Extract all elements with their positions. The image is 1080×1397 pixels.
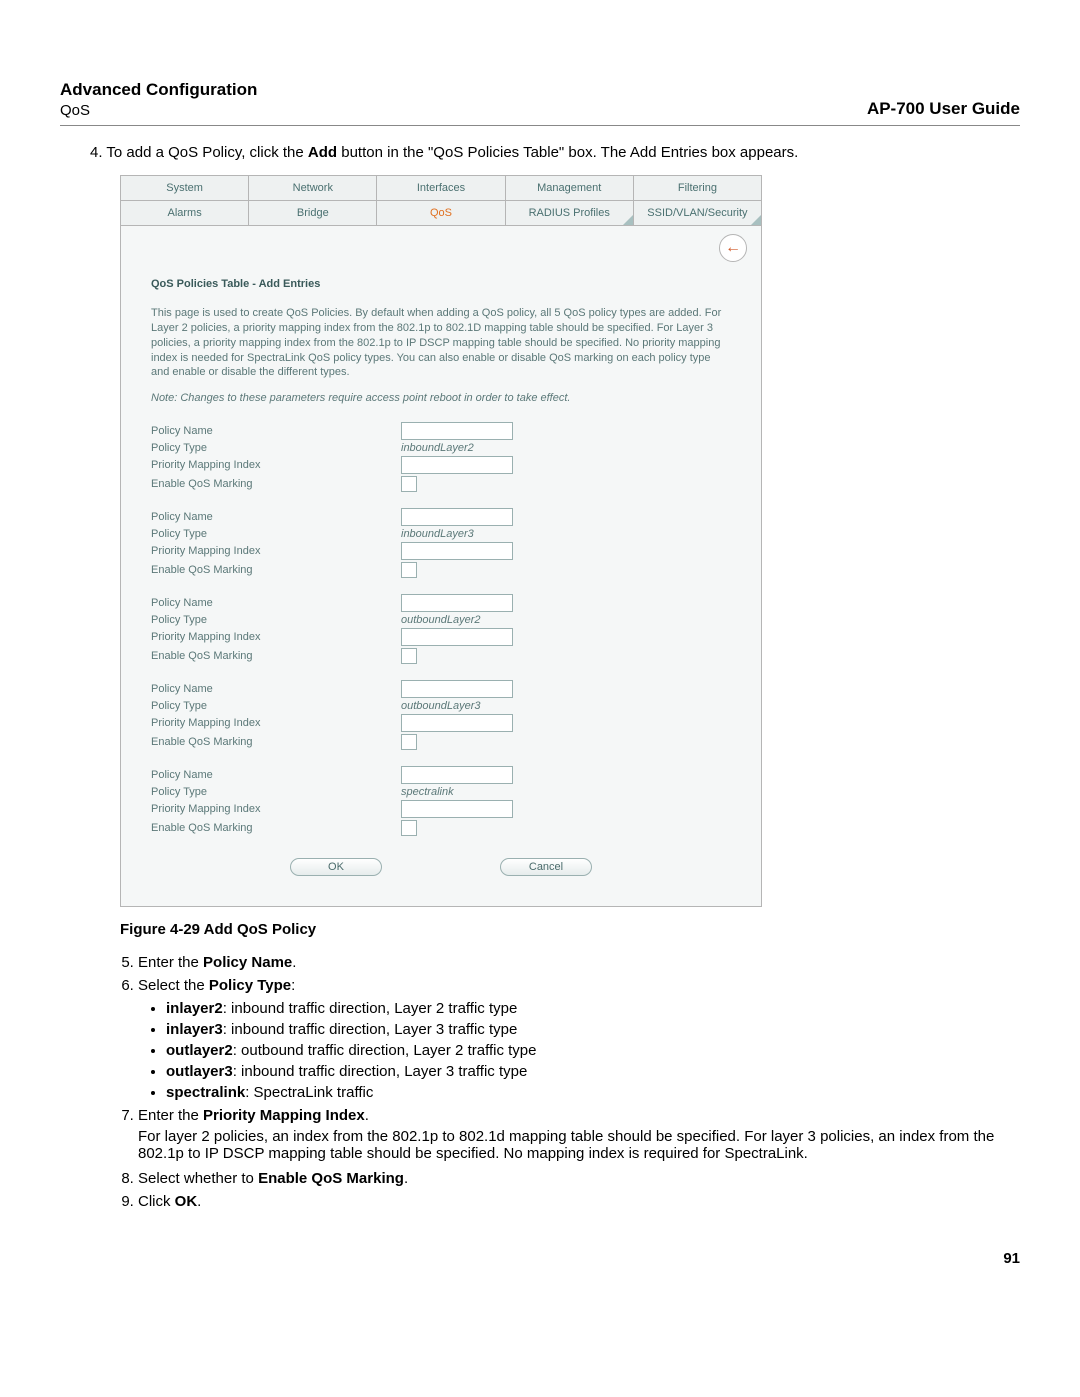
tab-alarms[interactable]: Alarms: [121, 201, 249, 225]
figure-caption: Figure 4-29 Add QoS Policy: [120, 921, 1020, 938]
step-7: Enter the Priority Mapping Index. For la…: [138, 1107, 1020, 1162]
policy-group-2: Policy Name Policy TypeinboundLayer3 Pri…: [151, 508, 731, 578]
tab-radius-profiles[interactable]: RADIUS Profiles: [506, 201, 634, 225]
back-arrow-icon[interactable]: ←: [719, 234, 747, 262]
tab-row-2: Alarms Bridge QoS RADIUS Profiles SSID/V…: [121, 201, 761, 226]
input-pm-index-1[interactable]: [401, 456, 513, 474]
header-left-title: Advanced Configuration: [60, 80, 257, 100]
input-policy-name-5[interactable]: [401, 766, 513, 784]
input-pm-index-4[interactable]: [401, 714, 513, 732]
bullet-inlayer3: inlayer3: inbound traffic direction, Lay…: [166, 1021, 1020, 1038]
step-4-line: 4. To add a QoS Policy, click the Add bu…: [90, 144, 1020, 161]
value-policy-type-3: outboundLayer2: [401, 614, 481, 626]
policy-group-4: Policy Name Policy TypeoutboundLayer3 Pr…: [151, 680, 731, 750]
tab-management[interactable]: Management: [506, 176, 634, 200]
bullet-spectralink: spectralink: SpectraLink traffic: [166, 1084, 1020, 1101]
tab-ssid-vlan-security[interactable]: SSID/VLAN/Security: [634, 201, 761, 225]
input-pm-index-2[interactable]: [401, 542, 513, 560]
bullet-outlayer2: outlayer2: outbound traffic direction, L…: [166, 1042, 1020, 1059]
policy-group-1: Policy Name Policy TypeinboundLayer2 Pri…: [151, 422, 731, 492]
value-policy-type-1: inboundLayer2: [401, 442, 474, 454]
step-7-para: For layer 2 policies, an index from the …: [138, 1128, 1020, 1162]
label-enable-qos: Enable QoS Marking: [151, 478, 401, 490]
policy-group-5: Policy Name Policy Typespectralink Prior…: [151, 766, 731, 836]
header-divider: [60, 125, 1020, 126]
input-policy-name-1[interactable]: [401, 422, 513, 440]
policy-group-3: Policy Name Policy TypeoutboundLayer2 Pr…: [151, 594, 731, 664]
panel-note: Note: Changes to these parameters requir…: [151, 392, 731, 404]
tab-filtering[interactable]: Filtering: [634, 176, 761, 200]
tab-interfaces[interactable]: Interfaces: [377, 176, 505, 200]
input-policy-name-3[interactable]: [401, 594, 513, 612]
bullet-outlayer3: outlayer3: inbound traffic direction, La…: [166, 1063, 1020, 1080]
input-pm-index-5[interactable]: [401, 800, 513, 818]
tab-system[interactable]: System: [121, 176, 249, 200]
header-left-sub: QoS: [60, 102, 257, 119]
label-policy-type: Policy Type: [151, 442, 401, 454]
qos-add-entries-ui: System Network Interfaces Management Fil…: [120, 175, 762, 907]
value-policy-type-4: outboundLayer3: [401, 700, 481, 712]
panel-heading: QoS Policies Table - Add Entries: [151, 278, 731, 290]
input-policy-name-2[interactable]: [401, 508, 513, 526]
tab-row-1: System Network Interfaces Management Fil…: [121, 176, 761, 201]
step-9: Click OK.: [138, 1193, 1020, 1210]
checkbox-enable-qos-3[interactable]: [401, 648, 417, 664]
input-policy-name-4[interactable]: [401, 680, 513, 698]
checkbox-enable-qos-5[interactable]: [401, 820, 417, 836]
page-number: 91: [60, 1250, 1020, 1267]
checkbox-enable-qos-1[interactable]: [401, 476, 417, 492]
ok-button[interactable]: OK: [290, 858, 382, 876]
label-policy-name: Policy Name: [151, 425, 401, 437]
header-right: AP-700 User Guide: [867, 99, 1020, 119]
tab-network[interactable]: Network: [249, 176, 377, 200]
value-policy-type-2: inboundLayer3: [401, 528, 474, 540]
value-policy-type-5: spectralink: [401, 786, 454, 798]
step-6: Select the Policy Type: inlayer2: inboun…: [138, 977, 1020, 1101]
panel-description: This page is used to create QoS Policies…: [151, 306, 731, 380]
tab-qos[interactable]: QoS: [377, 201, 505, 225]
checkbox-enable-qos-2[interactable]: [401, 562, 417, 578]
label-pm-index: Priority Mapping Index: [151, 459, 401, 471]
step-8: Select whether to Enable QoS Marking.: [138, 1170, 1020, 1187]
cancel-button[interactable]: Cancel: [500, 858, 592, 876]
step-5: Enter the Policy Name.: [138, 954, 1020, 971]
bullet-inlayer2: inlayer2: inbound traffic direction, Lay…: [166, 1000, 1020, 1017]
checkbox-enable-qos-4[interactable]: [401, 734, 417, 750]
input-pm-index-3[interactable]: [401, 628, 513, 646]
tab-bridge[interactable]: Bridge: [249, 201, 377, 225]
